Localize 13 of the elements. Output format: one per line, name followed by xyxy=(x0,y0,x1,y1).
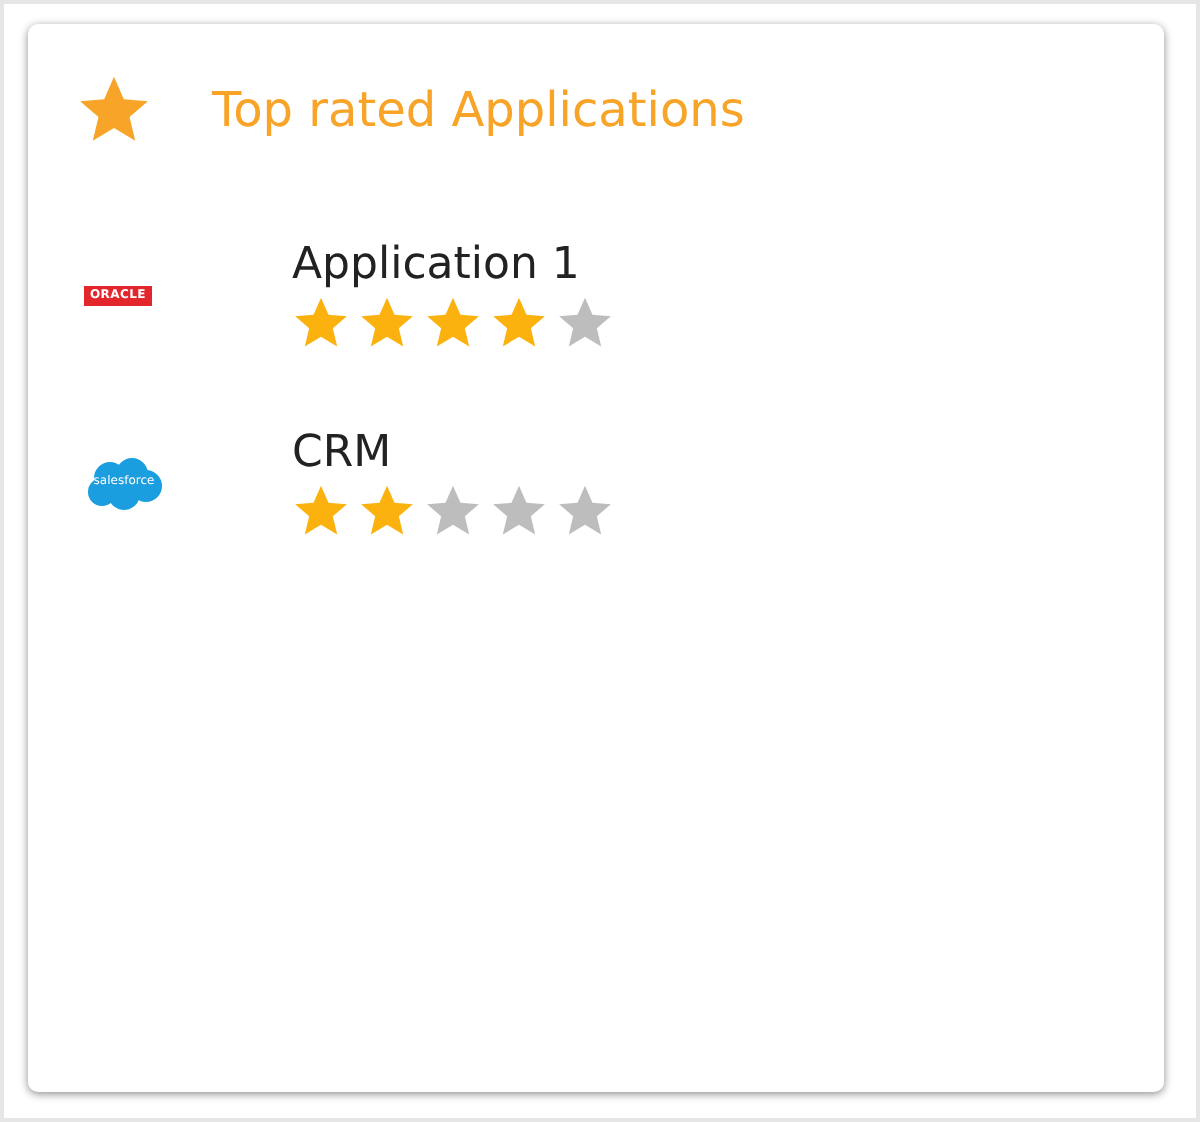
application-name: Application 1 xyxy=(292,240,582,290)
star-icon xyxy=(490,482,548,540)
star-icon xyxy=(358,294,416,352)
application-name: CRM xyxy=(292,428,394,478)
star-icon xyxy=(556,482,614,540)
star-icon xyxy=(292,482,350,540)
star-icon xyxy=(358,482,416,540)
star-icon xyxy=(556,294,614,352)
star-icon xyxy=(292,294,350,352)
star-icon xyxy=(424,294,482,352)
star-icon xyxy=(490,294,548,352)
card-title: Top rated Applications xyxy=(212,82,745,138)
star-icon xyxy=(424,482,482,540)
